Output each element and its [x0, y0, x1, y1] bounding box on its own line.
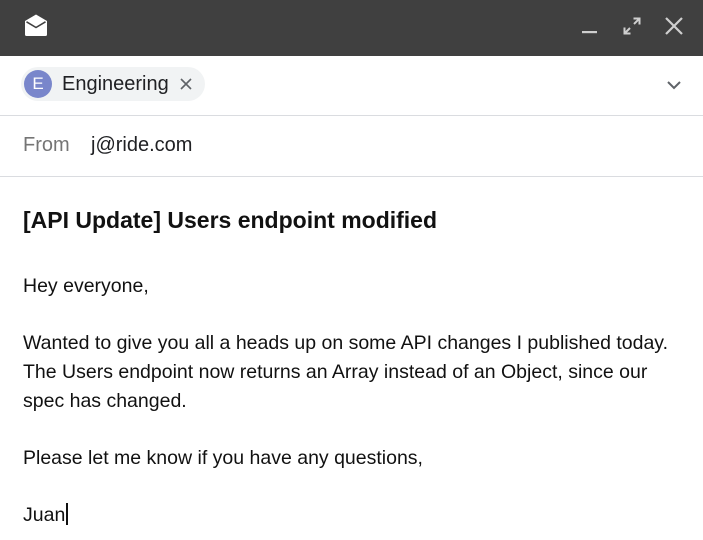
- from-address[interactable]: j@ride.com: [91, 134, 192, 157]
- text-cursor: [66, 503, 68, 525]
- remove-recipient-icon[interactable]: [179, 77, 193, 91]
- body-greeting: Hey everyone,: [23, 275, 149, 297]
- avatar: E: [24, 70, 52, 98]
- compose-titlebar: [0, 0, 703, 56]
- expand-icon[interactable]: [621, 14, 643, 38]
- recipient-name: Engineering: [62, 72, 169, 95]
- body-signature-line: Juan: [23, 501, 693, 530]
- close-icon[interactable]: [663, 14, 685, 38]
- recipient-chip-engineering[interactable]: E Engineering: [21, 67, 205, 101]
- from-label: From: [23, 134, 70, 156]
- message-body[interactable]: Hey everyone, Wanted to give you all a h…: [23, 272, 693, 530]
- body-paragraph-line: The Users endpoint now returns an Array …: [23, 361, 648, 383]
- body-signature: Juan: [23, 504, 66, 526]
- from-row: From j@ride.com: [0, 116, 703, 177]
- recipients-row[interactable]: E Engineering: [0, 56, 703, 116]
- body-paragraph-line: Wanted to give you all a heads up on som…: [23, 332, 669, 354]
- subject-field[interactable]: [API Update] Users endpoint modified: [23, 207, 683, 234]
- envelope-open-icon: [25, 14, 47, 36]
- chevron-down-icon[interactable]: [664, 77, 684, 93]
- body-closing: Please let me know if you have any quest…: [23, 447, 423, 469]
- body-paragraph-line: spec has changed.: [23, 390, 187, 412]
- minimize-icon[interactable]: [579, 14, 601, 38]
